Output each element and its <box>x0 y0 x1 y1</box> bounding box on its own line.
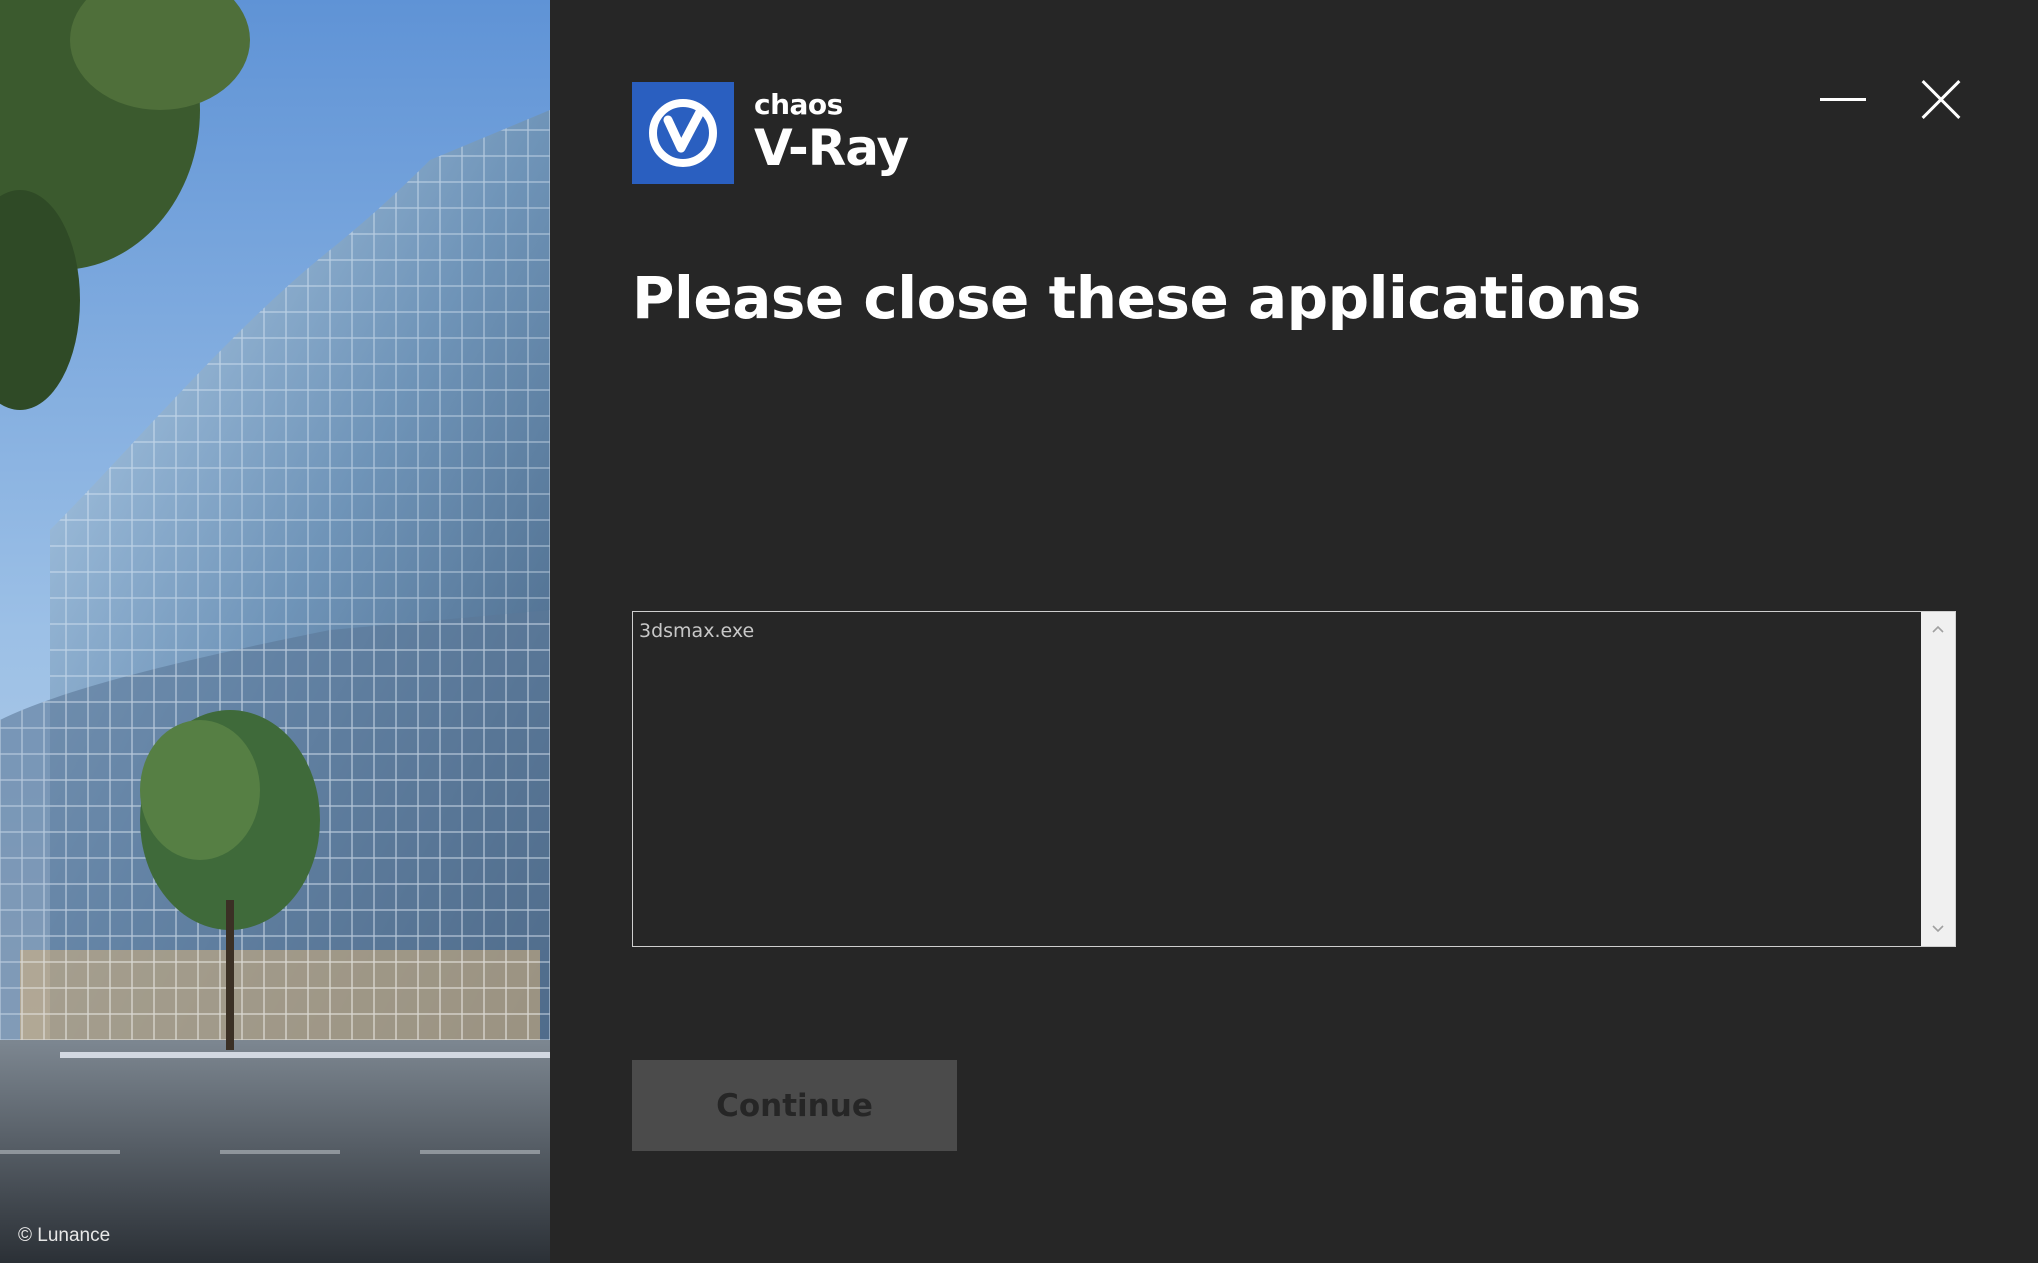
logo-company: chaos <box>754 88 843 121</box>
hero-image: © Lunance <box>0 0 550 1263</box>
chaos-vray-logo: chaos V-Ray <box>632 82 909 184</box>
scroll-down-button[interactable] <box>1921 912 1955 946</box>
application-list-item[interactable]: 3dsmax.exe <box>639 618 1919 644</box>
image-credit: © Lunance <box>18 1225 111 1246</box>
continue-button[interactable]: Continue <box>632 1060 957 1151</box>
close-button[interactable] <box>1912 72 1968 128</box>
building-illustration <box>0 0 550 1263</box>
installer-window: © Lunance chaos V-Ray Please close these… <box>0 0 2038 1263</box>
page-title: Please close these applications <box>632 264 1641 332</box>
minimize-icon <box>1820 98 1866 101</box>
vray-logo-icon <box>632 82 734 184</box>
logo-wordmark: chaos V-Ray <box>754 88 909 177</box>
scroll-up-button[interactable] <box>1921 612 1955 646</box>
application-list-items: 3dsmax.exe <box>639 618 1919 644</box>
application-list[interactable]: 3dsmax.exe <box>632 611 1956 947</box>
logo-product: V-Ray <box>754 119 909 177</box>
chevron-down-icon <box>1932 925 1944 933</box>
minimize-button[interactable] <box>1814 72 1870 128</box>
chevron-up-icon <box>1932 625 1944 633</box>
list-scrollbar[interactable] <box>1921 612 1955 946</box>
